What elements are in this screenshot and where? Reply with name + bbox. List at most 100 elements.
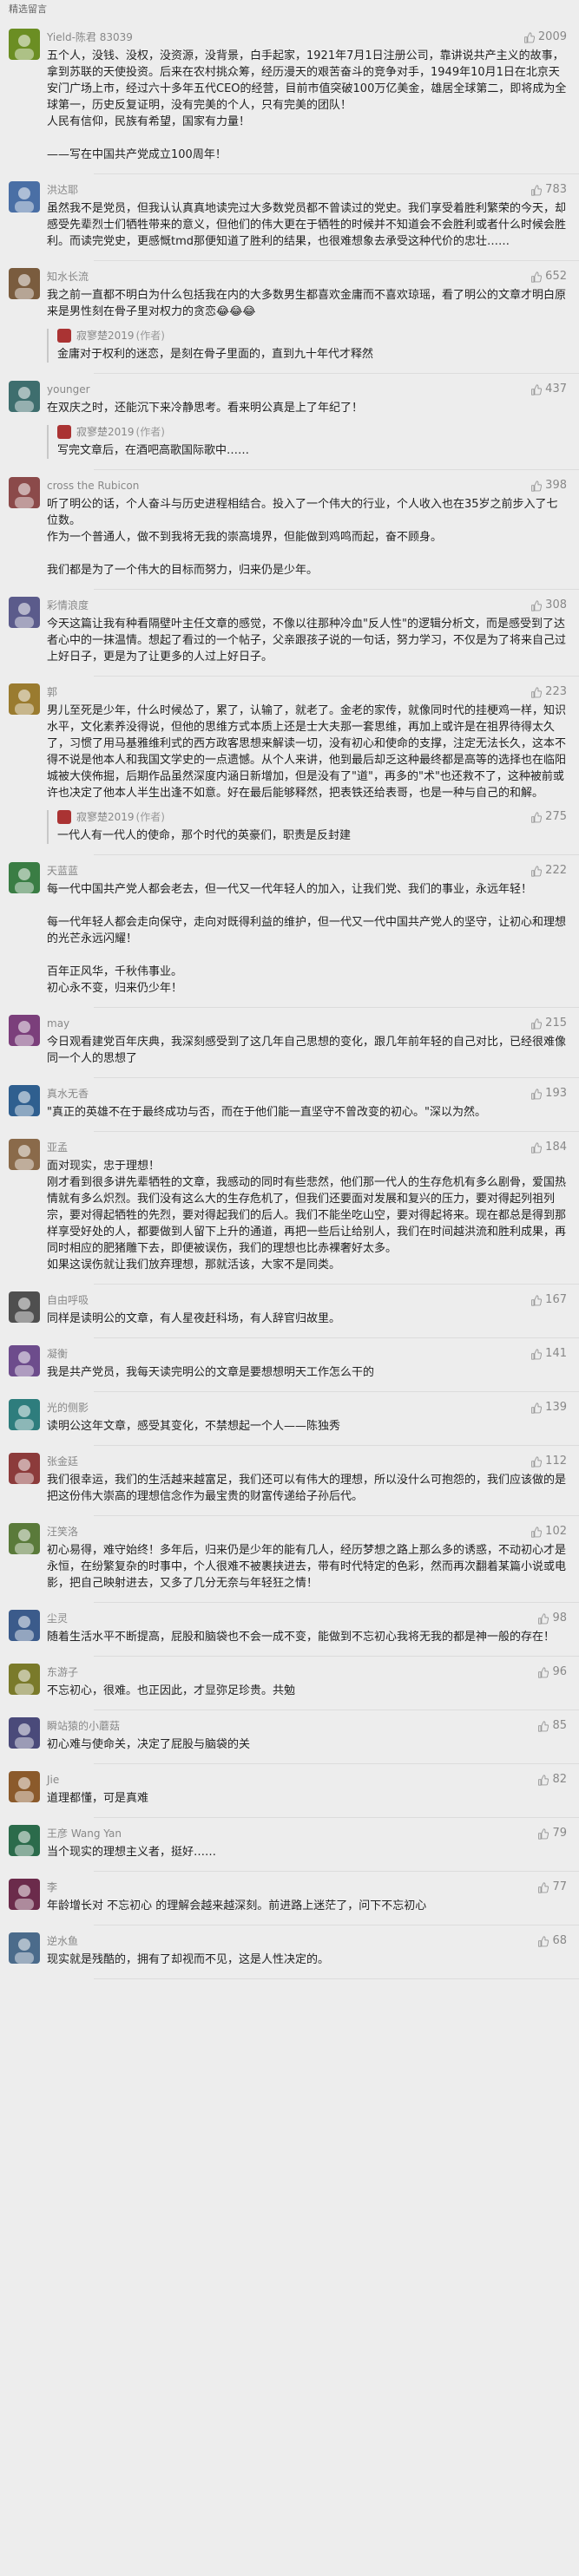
comment-text: 每一代中国共产党人都会老去，但一代又一代年轻人的加入，让我们党、我们的事业，永远… bbox=[47, 883, 567, 995]
avatar[interactable] bbox=[9, 1139, 40, 1170]
avatar[interactable] bbox=[9, 181, 40, 212]
like-button[interactable]: 139 bbox=[530, 1401, 567, 1415]
like-count: 139 bbox=[545, 1401, 567, 1414]
like-button[interactable]: 98 bbox=[537, 1612, 567, 1625]
comments-page: 精选留言 Yield-陈君 83039 2009 五个人，没钱、没权，没资源，没背景… bbox=[0, 0, 579, 2576]
commenter-name[interactable]: 光的侧影 bbox=[47, 1401, 579, 1415]
section-title: 精选留言 bbox=[9, 3, 47, 15]
like-button[interactable]: 215 bbox=[530, 1017, 567, 1030]
commenter-name[interactable]: 亚孟 bbox=[47, 1141, 579, 1154]
avatar[interactable] bbox=[9, 862, 40, 893]
commenter-name[interactable]: 真水无香 bbox=[47, 1087, 579, 1101]
comment-item: 王彦 Wang Yan 79 当个现实的理想主义者，挺好…… bbox=[0, 1818, 579, 1872]
avatar[interactable] bbox=[9, 268, 40, 299]
commenter-name[interactable]: Yield-陈君 83039 bbox=[47, 30, 579, 44]
like-count: 85 bbox=[552, 1719, 567, 1732]
avatar[interactable] bbox=[9, 1717, 40, 1749]
avatar[interactable] bbox=[9, 1879, 40, 1910]
avatar[interactable] bbox=[9, 1932, 40, 1964]
like-count: 2009 bbox=[537, 30, 567, 43]
like-button[interactable]: 2009 bbox=[523, 30, 567, 44]
like-count: 112 bbox=[545, 1455, 567, 1468]
comment-item: 凝衡 141 我是共产党员，我每天读完明公的文章是要想想明天工作怎么干的 bbox=[0, 1338, 579, 1392]
like-count: 79 bbox=[552, 1827, 567, 1840]
commenter-name[interactable]: younger bbox=[47, 382, 579, 396]
avatar[interactable] bbox=[9, 477, 40, 508]
like-button[interactable]: 96 bbox=[537, 1665, 567, 1679]
comment-text: 虽然我不是党员，但我认认真真地读完过大多数党员都不曾读过的党史。我们享受着胜利繁… bbox=[47, 202, 567, 248]
commenter-name[interactable]: 张金廷 bbox=[47, 1455, 579, 1468]
thumbs-up-icon bbox=[537, 1720, 549, 1732]
commenter-name[interactable]: 汪笑洛 bbox=[47, 1525, 579, 1539]
comment-text: 我之前一直都不明白为什么包括我在内的大多数男生都喜欢金庸而不喜欢琼瑶，看了明公的… bbox=[47, 289, 567, 318]
avatar[interactable] bbox=[9, 1345, 40, 1376]
author-avatar bbox=[57, 810, 71, 824]
avatar[interactable] bbox=[9, 381, 40, 412]
commenter-name[interactable]: Jie bbox=[47, 1773, 579, 1787]
like-button[interactable]: 223 bbox=[530, 685, 567, 699]
reply-like-button[interactable]: 275 bbox=[530, 810, 567, 824]
avatar[interactable] bbox=[9, 1399, 40, 1430]
like-button[interactable]: 167 bbox=[530, 1293, 567, 1307]
like-button[interactable]: 77 bbox=[537, 1880, 567, 1894]
avatar[interactable] bbox=[9, 1771, 40, 1802]
commenter-name[interactable]: 天蓝蓝 bbox=[47, 864, 579, 878]
like-count: 141 bbox=[545, 1347, 567, 1360]
comment-item: 张金廷 112 我们很幸运，我们的生活越来越富足，我们还可以有伟大的理想，所以没什么… bbox=[0, 1446, 579, 1516]
commenter-name[interactable]: 郭 bbox=[47, 685, 579, 699]
comment-item: 天蓝蓝 222 每一代中国共产党人都会老去，但一代又一代年轻人的加入，让我们党、我们… bbox=[0, 855, 579, 1008]
like-button[interactable]: 783 bbox=[530, 183, 567, 197]
like-button[interactable]: 112 bbox=[530, 1455, 567, 1468]
comment-text: 听了明公的话，个人奋斗与历史进程相结合。投入了一个伟大的行业，个人收入也在35岁… bbox=[47, 498, 558, 577]
commenter-name[interactable]: 李 bbox=[47, 1880, 579, 1894]
like-button[interactable]: 79 bbox=[537, 1827, 567, 1840]
avatar[interactable] bbox=[9, 683, 40, 715]
like-button[interactable]: 437 bbox=[530, 382, 567, 396]
avatar[interactable] bbox=[9, 1825, 40, 1856]
commenter-name[interactable]: 尘灵 bbox=[47, 1612, 579, 1625]
commenter-name[interactable]: 凝衡 bbox=[47, 1347, 579, 1361]
like-count: 98 bbox=[552, 1612, 567, 1625]
like-button[interactable]: 141 bbox=[530, 1347, 567, 1361]
comment-text: 道理都懂，可是真难 bbox=[47, 1792, 149, 1805]
comment-item: 瞬站猿的小蘑菇 85 初心难与使命关，决定了屁股与脑袋的关 bbox=[0, 1710, 579, 1764]
commenter-name[interactable]: cross the Rubicon bbox=[47, 479, 579, 493]
like-button[interactable]: 308 bbox=[530, 598, 567, 612]
avatar[interactable] bbox=[9, 597, 40, 628]
avatar[interactable] bbox=[9, 1664, 40, 1695]
comment-text: "真正的英雄不在于最终成功与否，而在于他们能一直坚守不曾改变的初心。"深以为然。 bbox=[47, 1106, 486, 1119]
like-button[interactable]: 222 bbox=[530, 864, 567, 878]
like-count: 308 bbox=[545, 598, 567, 611]
comment-text: 不忘初心，很难。也正因此，才显弥足珍贵。共勉 bbox=[47, 1684, 296, 1697]
avatar[interactable] bbox=[9, 1610, 40, 1641]
like-button[interactable]: 82 bbox=[537, 1773, 567, 1787]
commenter-name[interactable]: may bbox=[47, 1017, 579, 1030]
avatar[interactable] bbox=[9, 1291, 40, 1323]
avatar[interactable] bbox=[9, 1523, 40, 1554]
commenter-name[interactable]: 东游子 bbox=[47, 1665, 579, 1679]
comment-item: Jie 82 道理都懂，可是真难 bbox=[0, 1764, 579, 1818]
like-button[interactable]: 652 bbox=[530, 270, 567, 284]
commenter-name[interactable]: 逆水鱼 bbox=[47, 1934, 579, 1948]
comment-item: younger 437 在双庆之时，还能沉下来冷静思考。看来明公真是上了年纪了！ 寂寥… bbox=[0, 374, 579, 470]
commenter-name[interactable]: 洪达耶 bbox=[47, 183, 579, 197]
commenter-name[interactable]: 瞬站猿的小蘑菇 bbox=[47, 1719, 579, 1733]
comment-text: 随着生活水平不断提高，屁股和脑袋也不会一成不变，能做到不忘初心我将无我的都是神一… bbox=[47, 1631, 556, 1644]
avatar[interactable] bbox=[9, 1015, 40, 1046]
commenter-name[interactable]: 彩情浪度 bbox=[47, 598, 579, 612]
avatar[interactable] bbox=[9, 29, 40, 60]
avatar[interactable] bbox=[9, 1085, 40, 1116]
like-button[interactable]: 102 bbox=[530, 1525, 567, 1539]
commenter-name[interactable]: 王彦 Wang Yan bbox=[47, 1827, 579, 1840]
comment-divider bbox=[94, 1978, 579, 1979]
like-button[interactable]: 398 bbox=[530, 479, 567, 493]
comment-item: 知水长流 652 我之前一直都不明白为什么包括我在内的大多数男生都喜欢金庸而不喜欢琼… bbox=[0, 261, 579, 374]
comment-item: 真水无香 193 "真正的英雄不在于最终成功与否，而在于他们能一直坚守不曾改变的初心… bbox=[0, 1078, 579, 1132]
like-button[interactable]: 85 bbox=[537, 1719, 567, 1733]
like-button[interactable]: 68 bbox=[537, 1934, 567, 1948]
commenter-name[interactable]: 知水长流 bbox=[47, 270, 579, 284]
like-button[interactable]: 193 bbox=[530, 1087, 567, 1101]
avatar[interactable] bbox=[9, 1453, 40, 1484]
commenter-name[interactable]: 自由呼吸 bbox=[47, 1293, 579, 1307]
like-button[interactable]: 184 bbox=[530, 1141, 567, 1154]
